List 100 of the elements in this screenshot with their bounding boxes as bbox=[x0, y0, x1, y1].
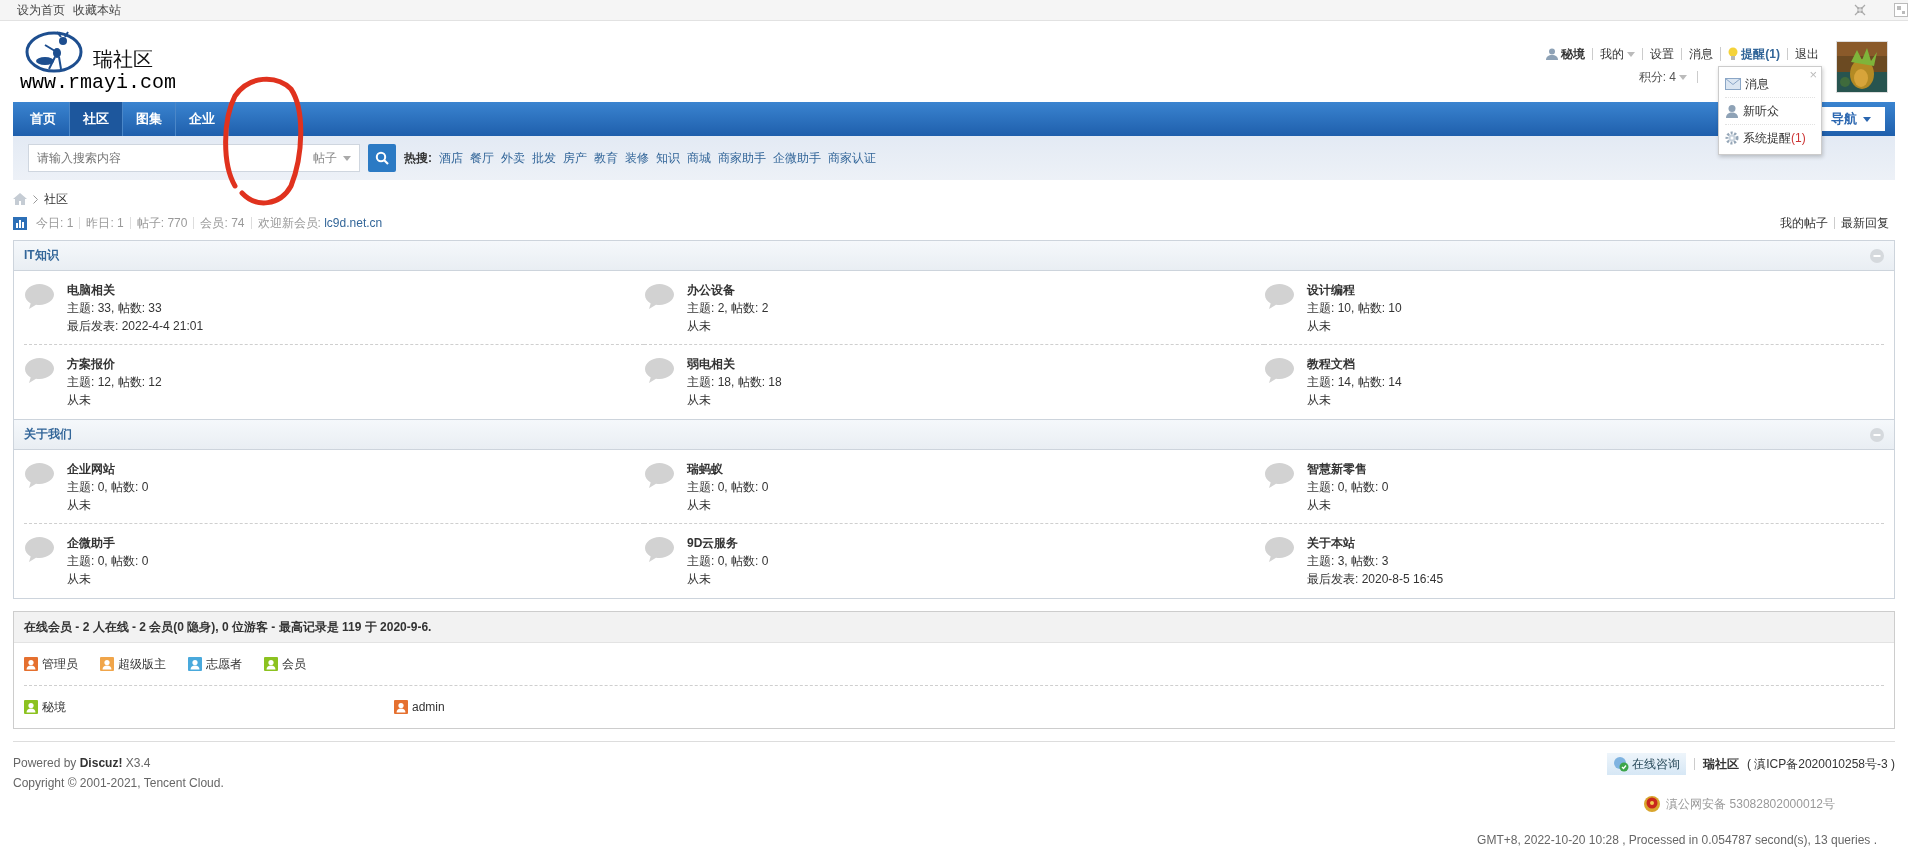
forum-last-post: 从未 bbox=[67, 393, 92, 408]
forum-title[interactable]: 9D云服务 bbox=[687, 536, 769, 551]
forum-title[interactable]: 瑞蚂蚁 bbox=[687, 462, 769, 477]
search-button[interactable] bbox=[368, 144, 396, 172]
hot-search-link[interactable]: 房产 bbox=[563, 149, 587, 167]
legend-label: 管理员 bbox=[42, 655, 78, 673]
forum-last-post: 从未 bbox=[67, 498, 92, 513]
gear-icon bbox=[1725, 131, 1739, 145]
forum-title[interactable]: 智慧新零售 bbox=[1307, 462, 1389, 477]
category-title[interactable]: 关于我们 bbox=[24, 426, 72, 443]
user-link[interactable]: 消息 bbox=[1681, 48, 1721, 60]
forum-last-post: 从未 bbox=[687, 319, 712, 334]
qr-code-icon[interactable] bbox=[1894, 3, 1908, 17]
forum-last-post: 从未 bbox=[687, 393, 712, 408]
forum-title[interactable]: 企微助手 bbox=[67, 536, 149, 551]
forum-counts: 主题: 14, 帖数: 14 bbox=[1307, 375, 1402, 390]
popup-menu-item[interactable]: 消息 bbox=[1745, 75, 1769, 93]
page-stats-text: GMT+8, 2022-10-20 10:28 , Processed in 0.054787 second(s), 13 queries . bbox=[1477, 833, 1877, 847]
hot-search-link[interactable]: 酒店 bbox=[439, 149, 463, 167]
user-link[interactable]: 设置 bbox=[1642, 48, 1682, 60]
icp-link[interactable]: ( 滇ICP备2020010258号-3 ) bbox=[1746, 755, 1895, 773]
forum-last-post: 从未 bbox=[67, 572, 92, 587]
shrink-icon[interactable] bbox=[1854, 4, 1866, 16]
hot-search-link[interactable]: 知识 bbox=[656, 149, 680, 167]
speech-bubble-icon bbox=[24, 283, 55, 310]
stat-text: 今日: 1 bbox=[35, 217, 75, 229]
forum-counts: 主题: 0, 帖数: 0 bbox=[67, 554, 149, 569]
hot-search-link[interactable]: 批发 bbox=[532, 149, 556, 167]
legend-label: 超级版主 bbox=[118, 655, 166, 673]
forum-last-post: 从未 bbox=[1307, 319, 1332, 334]
category-title[interactable]: IT知识 bbox=[24, 247, 59, 264]
forum-title[interactable]: 关于本站 bbox=[1307, 536, 1444, 551]
top-link[interactable]: 收藏本站 bbox=[73, 1, 121, 19]
speech-bubble-icon bbox=[1264, 462, 1295, 489]
post-filter-link[interactable]: 我的帖子 bbox=[1774, 217, 1834, 229]
forum-title[interactable]: 教程文档 bbox=[1307, 357, 1402, 372]
popup-menu-item[interactable]: 系统提醒(1) bbox=[1743, 129, 1806, 147]
new-member-label: 欢迎新会员: bbox=[257, 216, 322, 230]
site-url: www.rmayi.com bbox=[20, 71, 177, 94]
user-icon bbox=[1546, 48, 1559, 60]
username-link[interactable]: 秘境 bbox=[1561, 48, 1586, 60]
caret-icon bbox=[1863, 116, 1871, 122]
forum-counts: 主题: 12, 帖数: 12 bbox=[67, 375, 162, 390]
speech-bubble-icon bbox=[644, 462, 675, 489]
legend-label: 会员 bbox=[282, 655, 306, 673]
collapse-icon[interactable] bbox=[1870, 427, 1884, 442]
online-consult-button[interactable]: 在线咨询 bbox=[1606, 753, 1686, 775]
popup-menu-item[interactable]: 新听众 bbox=[1743, 102, 1779, 120]
notifications-link[interactable]: 提醒(1) bbox=[1741, 48, 1780, 60]
my-menu[interactable]: 我的 bbox=[1592, 48, 1643, 60]
forum-title[interactable]: 设计编程 bbox=[1307, 283, 1402, 298]
speech-bubble-icon bbox=[644, 357, 675, 384]
speech-bubble-icon bbox=[1264, 357, 1295, 384]
hot-search-link[interactable]: 企微助手 bbox=[773, 149, 821, 167]
user-link[interactable]: 退出 bbox=[1787, 48, 1826, 60]
forum-last-post: 最后发表: 2022-4-4 21:01 bbox=[67, 319, 204, 334]
speech-bubble-icon bbox=[1264, 536, 1295, 563]
hot-search-link[interactable]: 商家助手 bbox=[718, 149, 766, 167]
forum-last-post: 从未 bbox=[687, 572, 712, 587]
lightbulb-icon bbox=[1728, 47, 1739, 61]
chat-check-icon bbox=[1612, 756, 1629, 772]
envelope-icon bbox=[1725, 78, 1741, 90]
member-link[interactable]: 秘境 bbox=[42, 698, 66, 716]
hot-search-link[interactable]: 装修 bbox=[625, 149, 649, 167]
hot-search-link[interactable]: 教育 bbox=[594, 149, 618, 167]
forum-last-post: 从未 bbox=[687, 498, 712, 513]
top-link[interactable]: 设为首页 bbox=[17, 1, 65, 19]
speech-bubble-icon bbox=[644, 283, 675, 310]
forum-last-post: 最后发表: 2020-8-5 16:45 bbox=[1307, 572, 1444, 587]
forum-title[interactable]: 企业网站 bbox=[67, 462, 149, 477]
online-title: 在线会员 - 2 人在线 - 2 会员(0 隐身), 0 位游客 - 最高记录是 119 于 2020-9-6. bbox=[24, 618, 432, 636]
caret-icon bbox=[1627, 51, 1636, 57]
hot-search-link[interactable]: 外卖 bbox=[501, 149, 525, 167]
nav-tab[interactable]: 社区 bbox=[70, 102, 123, 136]
speech-bubble-icon bbox=[1264, 283, 1295, 310]
home-icon[interactable] bbox=[13, 193, 27, 205]
search-icon bbox=[375, 151, 389, 165]
post-filter-link[interactable]: 最新回复 bbox=[1834, 217, 1895, 229]
emblem-icon bbox=[1643, 795, 1662, 813]
hot-search-link[interactable]: 商家认证 bbox=[828, 149, 876, 167]
forum-title[interactable]: 电脑相关 bbox=[67, 283, 204, 298]
credits-menu[interactable]: 积分: 4 bbox=[1638, 71, 1698, 83]
forum-title[interactable]: 办公设备 bbox=[687, 283, 769, 298]
hot-search-link[interactable]: 餐厅 bbox=[470, 149, 494, 167]
forum-title[interactable]: 方案报价 bbox=[67, 357, 162, 372]
new-member-link[interactable]: lc9d.net.cn bbox=[324, 216, 383, 230]
forum-counts: 主题: 33, 帖数: 33 bbox=[67, 301, 163, 316]
forum-counts: 主题: 0, 帖数: 0 bbox=[67, 480, 149, 495]
legend-label: 志愿者 bbox=[206, 655, 242, 673]
forum-counts: 主题: 3, 帖数: 3 bbox=[1307, 554, 1390, 569]
forum-counts: 主题: 0, 帖数: 0 bbox=[1307, 480, 1389, 495]
collapse-icon[interactable] bbox=[1870, 248, 1884, 263]
site-link[interactable]: 瑞社区 bbox=[1693, 758, 1739, 770]
forum-title[interactable]: 弱电相关 bbox=[687, 357, 782, 372]
forum-counts: 主题: 0, 帖数: 0 bbox=[687, 554, 769, 569]
member-link[interactable]: admin bbox=[412, 700, 445, 714]
speech-bubble-icon bbox=[644, 536, 675, 563]
breadcrumb-link[interactable]: 社区 bbox=[44, 190, 68, 208]
hot-search-link[interactable]: 商城 bbox=[687, 149, 711, 167]
speech-bubble-icon bbox=[24, 536, 55, 563]
